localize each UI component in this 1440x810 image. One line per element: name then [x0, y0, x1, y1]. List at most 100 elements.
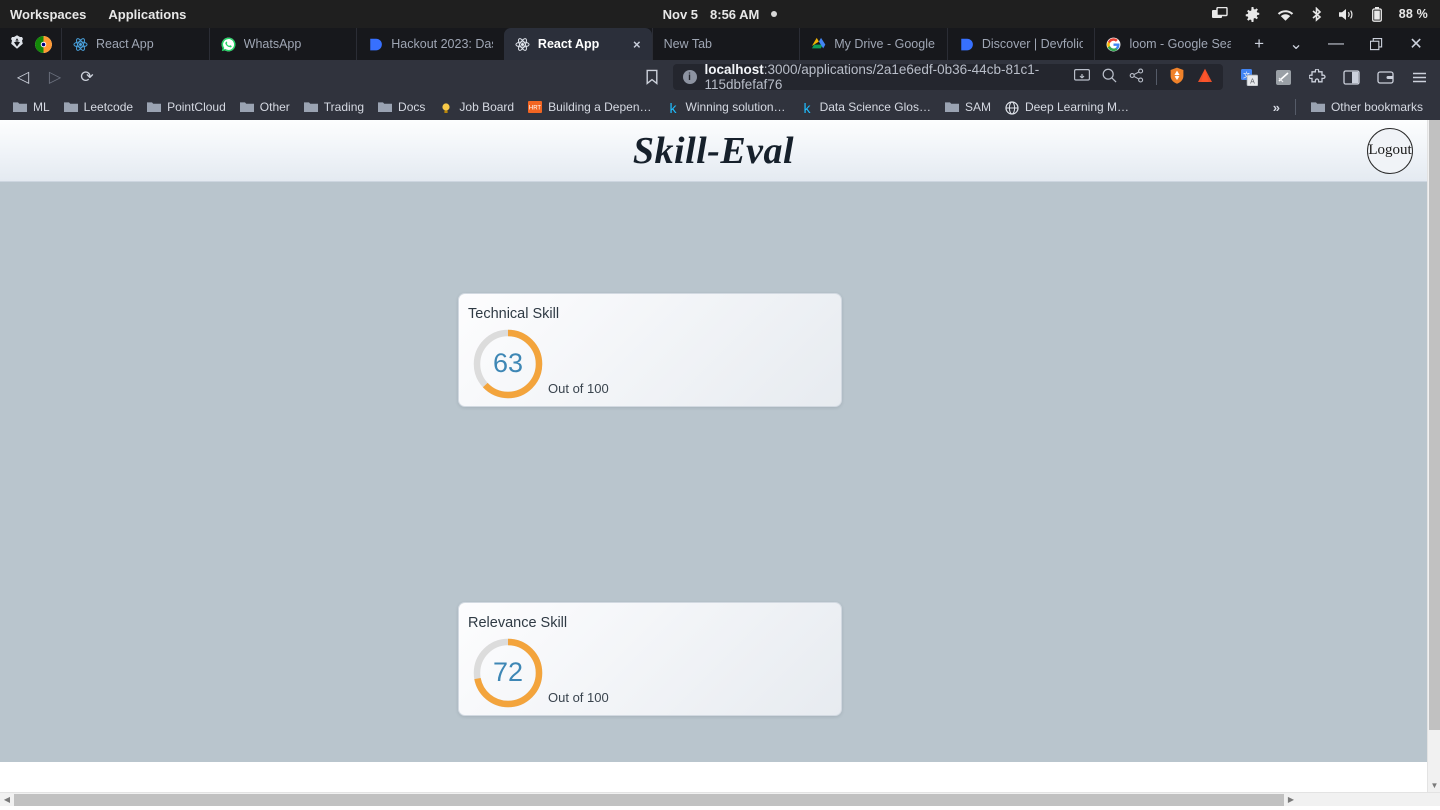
vertical-scrollbar[interactable]: ▲ ▼ — [1427, 120, 1440, 792]
battery-icon[interactable] — [1371, 6, 1382, 22]
browser-tab[interactable]: My Drive - Google Dr — [799, 28, 947, 60]
svg-text:A: A — [1250, 78, 1255, 85]
page-content: Technical Skill 63 Out of 100 Relevance … — [0, 182, 1427, 792]
bookmark-label: Docs — [398, 100, 426, 114]
bookmarks-trailing: » Other bookmarks — [1266, 96, 1434, 118]
skill-card-title: Relevance Skill — [468, 615, 568, 631]
cast-icon[interactable] — [1074, 68, 1091, 86]
browser-tab[interactable]: WhatsApp — [208, 28, 357, 60]
back-button[interactable]: ◁ — [8, 62, 38, 92]
browser-tab-label: Hackout 2023: Dashb — [391, 37, 493, 51]
kaggle-icon: k — [800, 100, 814, 116]
notes-icon[interactable] — [1275, 69, 1292, 86]
other-bookmarks-button[interactable]: Other bookmarks — [1304, 96, 1430, 118]
tab-list-chevron-down-icon[interactable]: ⌄ — [1276, 28, 1316, 60]
os-top-bar: Workspaces Applications Nov 5 8:56 AM 88… — [0, 0, 1440, 28]
skill-score-caption: Out of 100 — [548, 689, 609, 705]
new-tab-button[interactable]: + — [1242, 28, 1276, 60]
volume-icon[interactable] — [1338, 8, 1355, 21]
scroll-left-icon[interactable]: ◀ — [0, 793, 14, 807]
split-view-icon[interactable] — [1343, 69, 1360, 86]
page-title: Skill-Eval — [632, 129, 795, 172]
react-icon — [73, 37, 88, 52]
minimize-button[interactable]: — — [1316, 28, 1356, 60]
skill-card-relevance: Relevance Skill 72 Out of 100 — [458, 602, 842, 716]
bookmark-item[interactable]: SAM — [938, 96, 998, 118]
browser-tab-label: New Tab — [663, 37, 712, 51]
bluetooth-icon[interactable] — [1311, 6, 1322, 22]
bookmark-item[interactable]: Leetcode — [57, 96, 140, 118]
menu-icon[interactable] — [1411, 69, 1428, 86]
skill-gauge-row: 72 Out of 100 — [468, 631, 841, 715]
notification-dot-icon — [771, 11, 778, 17]
kaggle-icon: k — [666, 100, 680, 116]
brave-rewards-icon[interactable] — [1197, 68, 1213, 86]
bookmark-label: Job Board — [459, 100, 515, 114]
google-translate-icon[interactable]: 文A — [1241, 68, 1259, 86]
bookmark-item[interactable]: PointCloud — [140, 96, 233, 118]
bookmark-item[interactable]: Other — [233, 96, 297, 118]
bulb-icon — [439, 101, 453, 113]
browser-tab[interactable]: New Tab — [651, 28, 800, 60]
os-menu-applications[interactable]: Applications — [108, 7, 186, 22]
share-icon[interactable] — [1129, 68, 1144, 86]
scroll-right-icon[interactable]: ▶ — [1284, 793, 1298, 807]
os-menu-group: Workspaces Applications — [0, 7, 186, 22]
reload-button[interactable]: ⟳ — [72, 62, 102, 92]
bookmark-item[interactable]: Deep Learning M… — [998, 96, 1136, 118]
url-host: localhost — [704, 62, 764, 77]
logout-button[interactable]: Logout — [1367, 127, 1413, 174]
app-header: Skill-Eval Logout — [0, 120, 1427, 182]
bookmark-item[interactable]: HRT Building a Depen… — [521, 96, 658, 118]
bookmark-item[interactable]: Trading — [297, 96, 371, 118]
react-icon — [515, 37, 530, 52]
browser-tab-label: loom - Google Searc — [1129, 37, 1231, 51]
browser-tab[interactable]: Hackout 2023: Dashb — [356, 28, 504, 60]
maximize-button[interactable] — [1356, 28, 1396, 60]
skill-card-title: Technical Skill — [468, 306, 560, 322]
horizontal-scrollbar-thumb[interactable] — [14, 793, 1284, 806]
browser-tab[interactable]: Discover | Devfolio — [946, 28, 1095, 60]
browser-tab-active[interactable]: React App × — [503, 28, 652, 60]
horizontal-scrollbar[interactable]: ◀ ▶ — [0, 792, 1440, 806]
screen-share-icon[interactable] — [1211, 7, 1228, 21]
os-menu-workspaces[interactable]: Workspaces — [10, 7, 86, 22]
browser-toolbar: ◁ ▷ ⟳ i localhost:3000/applications/2a1e… — [0, 60, 1440, 94]
bookmarks-overflow-button[interactable]: » — [1266, 100, 1287, 115]
other-bookmarks-label: Other bookmarks — [1330, 100, 1423, 114]
svg-text:k: k — [803, 101, 811, 115]
brave-shields-icon[interactable] — [1169, 67, 1185, 87]
window-controls: ⌄ — ✕ — [1276, 28, 1440, 60]
bookmarks-bar: ML Leetcode PointCloud Other Trading Doc… — [0, 94, 1440, 120]
close-window-button[interactable]: ✕ — [1396, 28, 1436, 60]
vertical-scrollbar-thumb[interactable] — [1429, 120, 1440, 730]
forward-button[interactable]: ▷ — [40, 62, 70, 92]
bookmark-icon[interactable] — [637, 62, 667, 92]
search-icon[interactable] — [1102, 68, 1117, 86]
brave-profile-icon[interactable] — [35, 35, 52, 53]
skill-card-technical: Technical Skill 63 Out of 100 — [458, 293, 842, 407]
folder-icon — [944, 101, 959, 113]
close-icon[interactable]: × — [633, 37, 641, 52]
globe-icon — [1005, 101, 1019, 115]
bookmark-item[interactable]: Job Board — [432, 96, 521, 118]
browser-tab[interactable]: React App — [61, 28, 209, 60]
wifi-icon[interactable] — [1277, 8, 1294, 21]
bookmark-item[interactable]: k Data Science Glos… — [793, 96, 938, 118]
info-icon[interactable]: i — [682, 70, 697, 84]
bookmark-item[interactable]: ML — [6, 96, 57, 118]
address-bar[interactable]: i localhost:3000/applications/2a1e6edf-0… — [672, 62, 1223, 92]
devfolio-icon — [368, 37, 383, 52]
browser-tab-label: Discover | Devfolio — [981, 37, 1084, 51]
bookmark-item[interactable]: Docs — [371, 96, 432, 118]
puzzle-extension-icon[interactable] — [1308, 67, 1326, 86]
bookmark-item[interactable]: k Winning solution… — [659, 96, 793, 118]
bookmark-label: Winning solution… — [685, 100, 786, 114]
scroll-down-icon[interactable]: ▼ — [1428, 779, 1440, 792]
os-tray: 88 % — [1211, 6, 1440, 22]
brave-vertical-tabs-icon[interactable] — [9, 34, 25, 55]
gear-icon[interactable] — [1245, 6, 1260, 22]
wallet-icon[interactable] — [1377, 69, 1394, 86]
browser-tab[interactable]: loom - Google Searc — [1094, 28, 1242, 60]
google-icon — [1106, 37, 1121, 52]
